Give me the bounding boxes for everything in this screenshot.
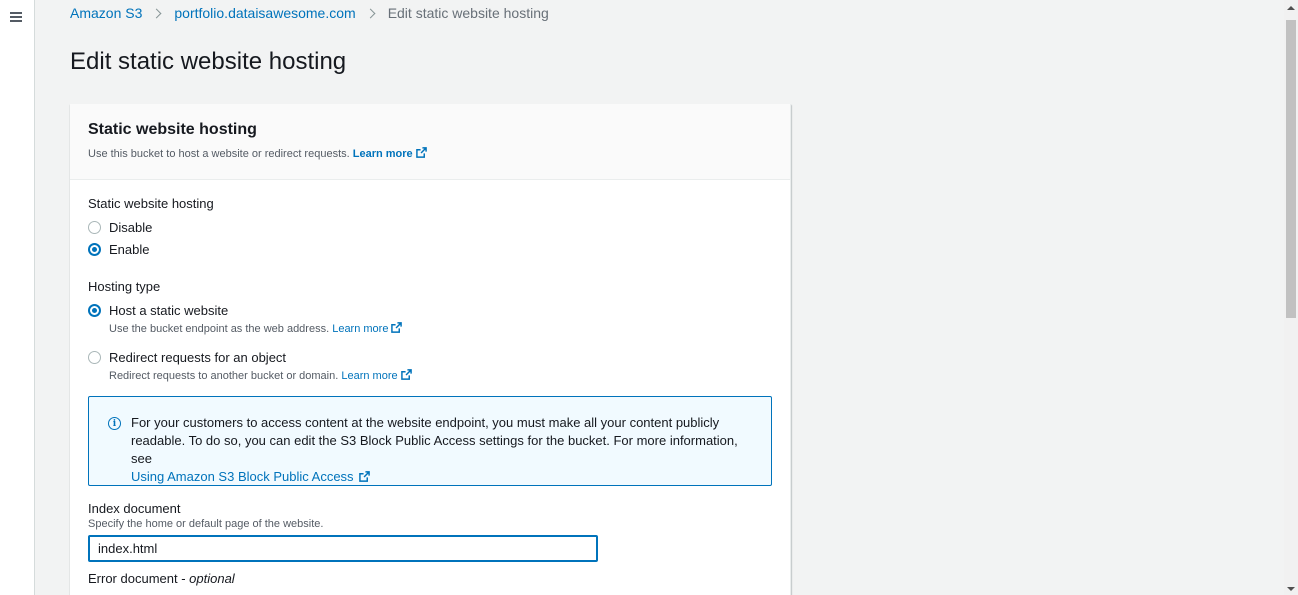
container-title: Static website hosting	[88, 121, 257, 138]
host-static-description-text: Use the bucket endpoint as the web addre…	[109, 323, 330, 335]
breadcrumb-bucket[interactable]: portfolio.dataisawesome.com	[174, 5, 355, 21]
info-alert: i For your customers to access content a…	[88, 396, 772, 486]
breadcrumb-amazon-s3[interactable]: Amazon S3	[70, 5, 142, 21]
learn-more-label: Learn more	[332, 323, 389, 335]
radio-label-redirect: Redirect requests for an object	[109, 350, 287, 365]
info-alert-text: For your customers to access content at …	[131, 415, 738, 466]
chevron-right-icon	[365, 8, 376, 18]
scrollbar-thumb[interactable]	[1286, 20, 1296, 318]
static-website-hosting-container: Static website hosting Use this bucket t…	[70, 104, 791, 595]
scroll-down-icon[interactable]	[1287, 587, 1295, 591]
chevron-right-icon	[151, 8, 162, 18]
radio-disable[interactable]: Disable	[88, 220, 772, 235]
block-public-access-link-label: Using Amazon S3 Block Public Access	[131, 469, 354, 484]
redirect-description: Redirect requests to another bucket or d…	[109, 369, 772, 382]
error-document-label-text: Error document	[88, 571, 178, 586]
info-icon: i	[108, 417, 121, 430]
container-description: Use this bucket to host a website or red…	[88, 147, 772, 160]
host-static-description: Use the bucket endpoint as the web addre…	[109, 322, 772, 335]
external-link-icon	[415, 147, 427, 158]
breadcrumb-current: Edit static website hosting	[387, 5, 549, 21]
learn-more-link[interactable]: Learn more	[352, 147, 427, 160]
container-header: Static website hosting Use this bucket t…	[70, 104, 790, 180]
learn-more-label: Learn more	[352, 148, 413, 160]
radio-label-disable: Disable	[109, 220, 153, 235]
learn-more-label: Learn more	[341, 370, 398, 382]
radio-label-host-static: Host a static website	[109, 303, 229, 318]
radio-button-disable[interactable]	[88, 221, 101, 234]
side-navigation-rail	[0, 0, 35, 595]
external-link-icon	[400, 369, 412, 380]
external-link-icon	[391, 322, 403, 333]
error-document-label: Error document - optional	[88, 571, 598, 586]
error-document-separator: -	[177, 571, 190, 586]
radio-button-redirect[interactable]	[88, 351, 101, 364]
block-public-access-link[interactable]: Using Amazon S3 Block Public Access	[131, 469, 370, 484]
index-document-field: Index document Specify the home or defau…	[88, 501, 598, 586]
scroll-up-icon[interactable]	[1287, 6, 1295, 10]
breadcrumb: Amazon S3 portfolio.dataisawesome.com Ed…	[70, 5, 549, 21]
radio-enable[interactable]: Enable	[88, 242, 772, 257]
radio-redirect-requests[interactable]: Redirect requests for an object	[88, 350, 772, 365]
index-document-label: Index document	[88, 501, 181, 516]
container-body: Static website hosting Disable Enable Ho…	[70, 180, 790, 382]
radio-button-enable[interactable]	[88, 243, 101, 256]
menu-icon[interactable]	[10, 12, 22, 22]
hosting-type-label: Hosting type	[88, 279, 161, 294]
redirect-description-text: Redirect requests to another bucket or d…	[109, 370, 339, 382]
radio-host-static-website[interactable]: Host a static website	[88, 303, 772, 318]
index-document-description: Specify the home or default page of the …	[88, 518, 324, 530]
optional-tag: optional	[189, 571, 235, 586]
container-description-text: Use this bucket to host a website or red…	[88, 148, 350, 160]
radio-button-host-static[interactable]	[88, 304, 101, 317]
index-document-input[interactable]	[88, 535, 598, 562]
learn-more-link-host-static[interactable]: Learn more	[332, 322, 403, 335]
external-link-icon	[358, 471, 370, 482]
learn-more-link-redirect[interactable]: Learn more	[341, 369, 412, 382]
hosting-toggle-label: Static website hosting	[88, 196, 214, 211]
radio-label-enable: Enable	[109, 242, 150, 257]
page-scrollbar[interactable]	[1284, 0, 1298, 595]
page-title: Edit static website hosting	[70, 48, 347, 75]
